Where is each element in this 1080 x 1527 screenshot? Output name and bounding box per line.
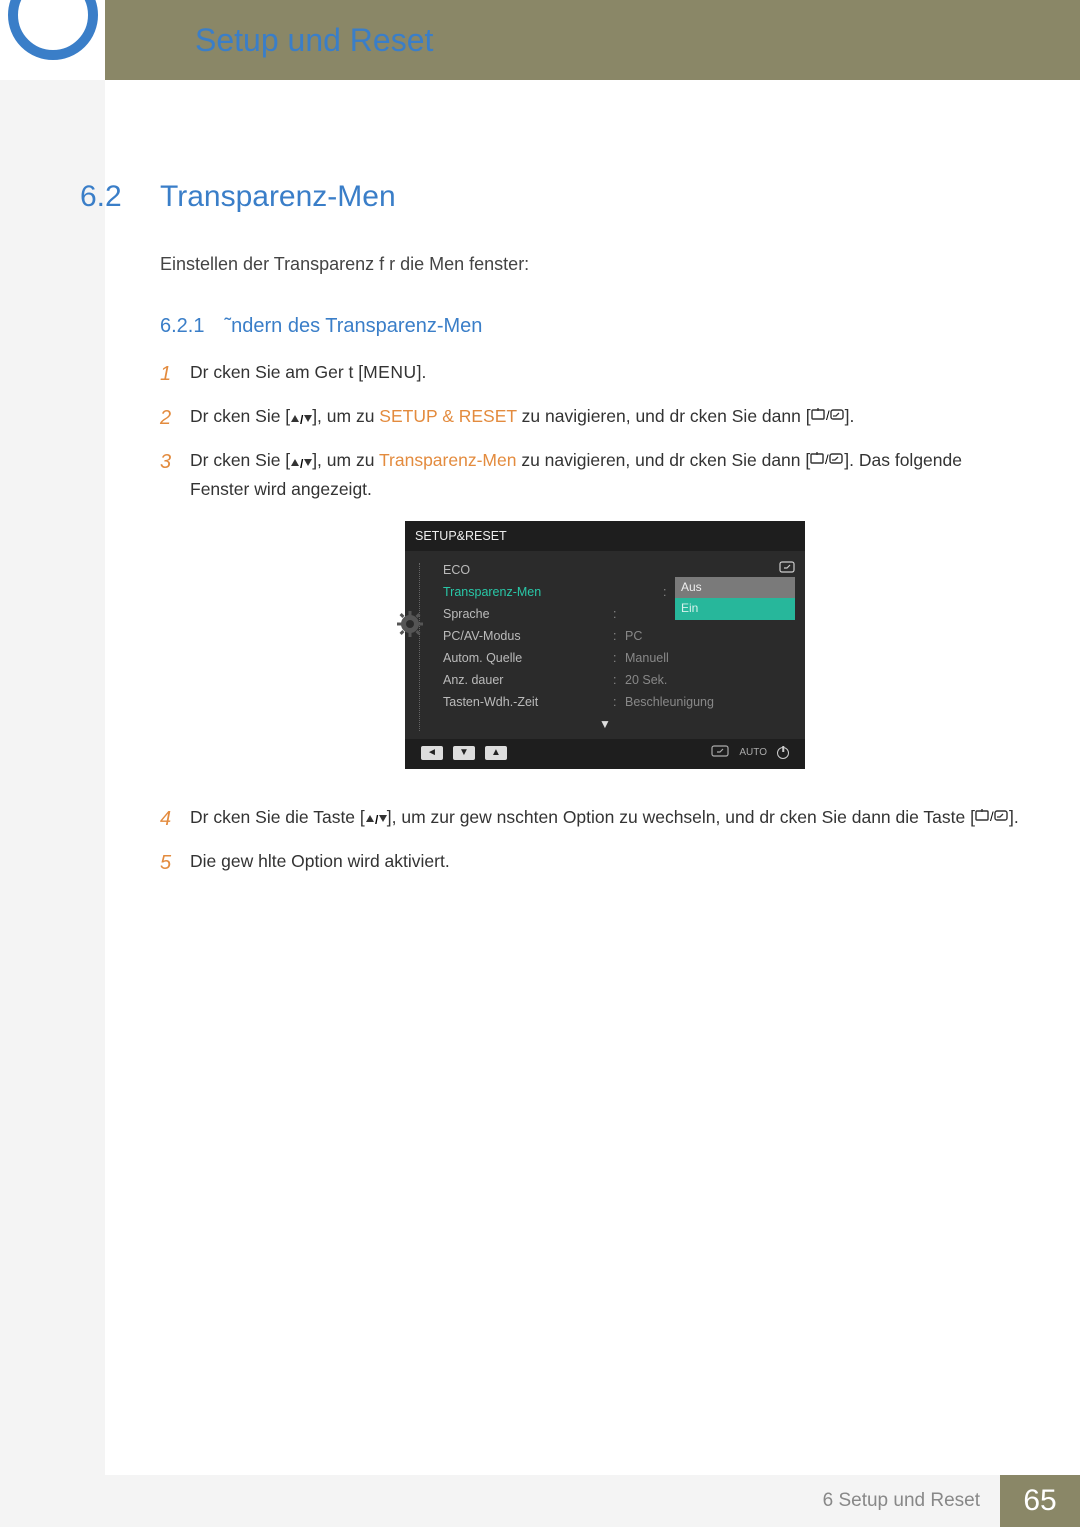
- svg-text:/: /: [990, 809, 994, 824]
- auto-label: AUTO: [739, 745, 767, 761]
- step-number: 4: [160, 803, 190, 835]
- section-heading: 6.2 Transparenz-Men: [80, 180, 1020, 214]
- svg-text:/: /: [825, 452, 829, 467]
- step-number: 5: [160, 847, 190, 879]
- osd-dropdown: Aus Ein: [675, 577, 795, 619]
- osd-up-icon: ▲: [485, 746, 507, 760]
- top-banner: Setup und Reset: [0, 0, 1080, 80]
- enter-icon: /: [810, 447, 844, 475]
- step-4: 4 Dr cken Sie die Taste [/], um zur gew …: [160, 803, 1020, 835]
- section-number: 6.2: [80, 180, 160, 214]
- highlight: SETUP & RESET: [379, 406, 516, 426]
- step-body: Dr cken Sie am Ger t [MENU].: [190, 358, 1020, 386]
- osd-body: ECO Transparenz-Men : Aus Ein: [405, 551, 805, 738]
- step-3: 3 Dr cken Sie [/], um zu Transparenz-Men…: [160, 446, 1020, 791]
- svg-text:/: /: [375, 813, 379, 825]
- svg-text:/: /: [826, 408, 830, 423]
- dropdown-option: Ein: [675, 598, 795, 619]
- up-down-icon: /: [290, 447, 312, 475]
- osd-item-active: Transparenz-Men : Aus Ein: [415, 581, 795, 603]
- step-body: Die gew hlte Option wird aktiviert.: [190, 847, 1020, 875]
- footer: 6 Setup und Reset 65: [0, 1475, 1080, 1527]
- osd-tree-line: [419, 563, 420, 730]
- enter-icon: /: [811, 403, 845, 431]
- osd-screenshot: SETUP&RESET ECO: [190, 521, 1020, 768]
- osd-item: PC/AV-Modus : PC: [415, 625, 795, 647]
- gear-icon: [397, 611, 423, 643]
- step-body: Dr cken Sie die Taste [/], um zur gew ns…: [190, 803, 1020, 832]
- step-number: 2: [160, 402, 190, 434]
- svg-text:/: /: [300, 457, 304, 469]
- highlight: Transparenz-Men: [379, 450, 521, 470]
- steps-list: 1 Dr cken Sie am Ger t [MENU]. 2 Dr cken…: [160, 358, 1020, 879]
- step-1: 1 Dr cken Sie am Ger t [MENU].: [160, 358, 1020, 390]
- enter-icon: /: [975, 804, 1009, 832]
- page-number: 65: [1000, 1475, 1080, 1527]
- up-down-icon: /: [365, 804, 387, 832]
- svg-text:/: /: [300, 413, 304, 425]
- osd-item: Autom. Quelle : Manuell: [415, 647, 795, 669]
- osd-header: SETUP&RESET: [405, 521, 805, 551]
- footer-label: 6 Setup und Reset: [0, 1475, 1000, 1527]
- up-down-icon: /: [290, 403, 312, 431]
- section-title: Transparenz-Men: [160, 180, 396, 214]
- subsection-number: 6.2.1: [160, 315, 204, 338]
- intro-text: Einstellen der Transparenz f r die Men f…: [160, 254, 1020, 275]
- step-body: Dr cken Sie [/], um zu SETUP & RESET zu …: [190, 402, 1020, 431]
- step-number: 3: [160, 446, 190, 478]
- power-icon: [777, 747, 789, 759]
- osd-panel: SETUP&RESET ECO: [405, 521, 805, 768]
- step-2: 2 Dr cken Sie [/], um zu SETUP & RESET z…: [160, 402, 1020, 434]
- osd-nav-group: ◄ ▼ ▲: [421, 746, 507, 760]
- menu-label: MENU: [363, 362, 417, 382]
- osd-action-group: AUTO: [711, 743, 789, 763]
- step-5: 5 Die gew hlte Option wird aktiviert.: [160, 847, 1020, 879]
- osd-down-icon: ▼: [453, 746, 475, 760]
- page-title: Setup und Reset: [195, 22, 433, 59]
- step-number: 1: [160, 358, 190, 390]
- osd-left-icon: ◄: [421, 746, 443, 760]
- step-body: Dr cken Sie [/], um zu Transparenz-Men z…: [190, 446, 1020, 791]
- osd-item: Tasten-Wdh.-Zeit : Beschleunigung: [415, 691, 795, 713]
- subsection-heading: 6.2.1 ˜ndern des Transparenz-Men: [160, 315, 1020, 338]
- content: 6.2 Transparenz-Men Einstellen der Trans…: [80, 180, 1020, 891]
- chapter-icon: [0, 0, 105, 80]
- osd-item: Anz. dauer : 20 Sek.: [415, 669, 795, 691]
- subsection-title: ˜ndern des Transparenz-Men: [224, 315, 482, 338]
- osd-footer: ◄ ▼ ▲ AUTO: [405, 739, 805, 769]
- dropdown-option: Aus: [675, 577, 795, 598]
- enter-icon: [711, 743, 729, 763]
- more-indicator-icon: ▼: [415, 715, 795, 734]
